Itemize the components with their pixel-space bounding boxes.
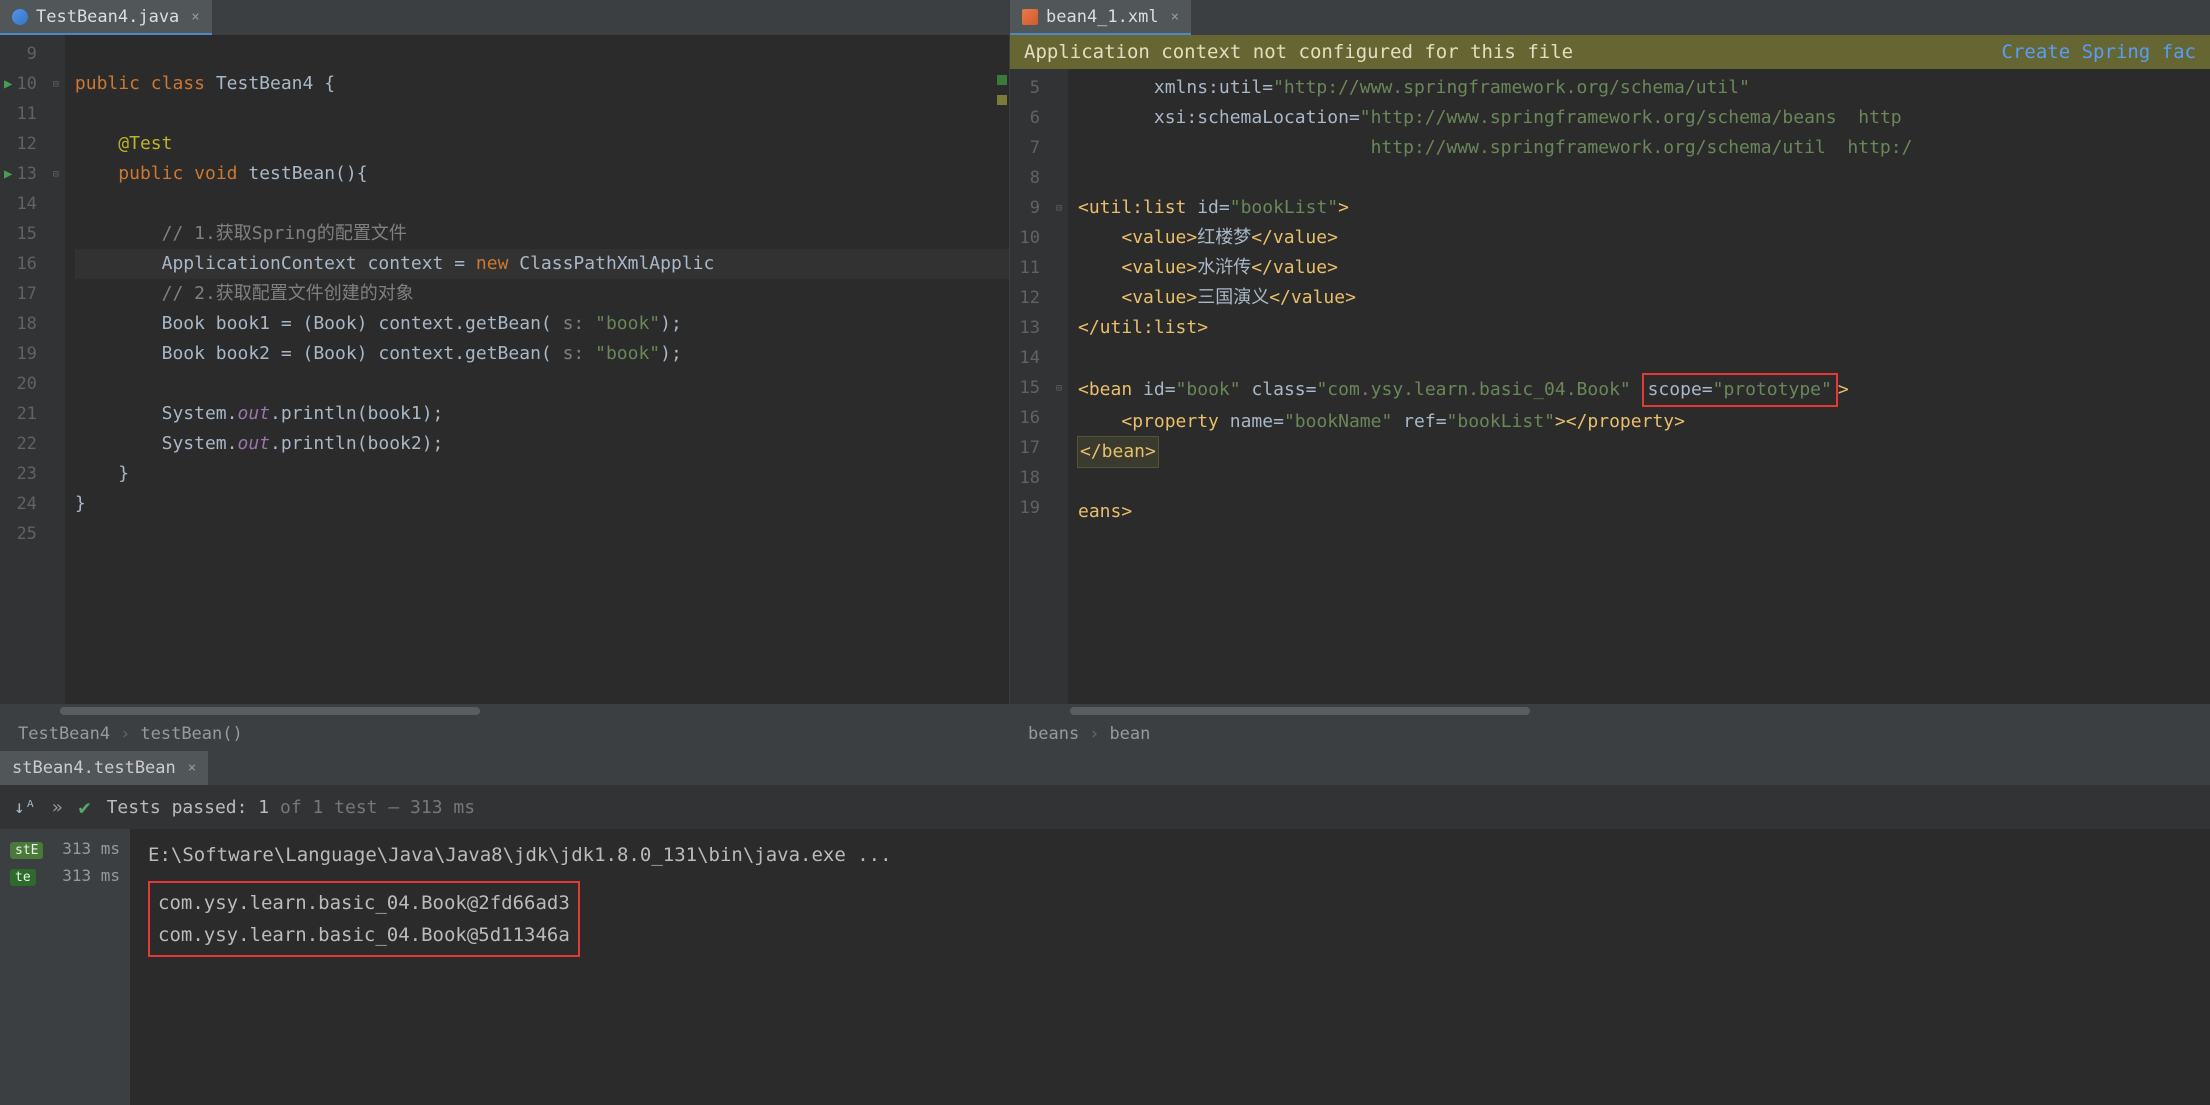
tab-bean4-xml[interactable]: bean4_1.xml ×	[1010, 0, 1191, 35]
right-breadcrumb[interactable]: beans›bean	[1010, 718, 2210, 750]
fold-icon[interactable]: ⊟	[53, 169, 59, 180]
fold-icon[interactable]: ⊟	[53, 79, 59, 90]
check-icon: ✔	[79, 795, 91, 819]
left-tab-bar: TestBean4.java ×	[0, 0, 1009, 35]
test-tree-row[interactable]: stE313 ms	[0, 835, 130, 862]
right-gutter: 5 6 7 8 9 10 11 12 13 14 15 16 17 18 19	[1010, 69, 1050, 704]
marker-warn	[997, 95, 1007, 105]
fold-column: ⊟ ⊟	[1050, 69, 1068, 704]
h-scrollbar[interactable]	[0, 704, 1009, 718]
close-icon[interactable]: ×	[188, 760, 196, 776]
left-code[interactable]: public class TestBean4 { @Test public vo…	[65, 35, 1009, 704]
sort-icon[interactable]: ↓ᴬ	[14, 797, 36, 818]
spring-config-banner: Application context not configured for t…	[1010, 35, 2210, 69]
test-tree[interactable]: stE313 ms te313 ms	[0, 829, 130, 1105]
test-tree-row[interactable]: te313 ms	[0, 862, 130, 889]
expand-icon[interactable]: »	[52, 797, 63, 818]
fold-icon[interactable]: ⊟	[1056, 203, 1062, 214]
tab-label: bean4_1.xml	[1046, 7, 1159, 27]
fold-column: ⊟ ⊟	[47, 35, 65, 704]
right-code[interactable]: xmlns:util="http://www.springframework.o…	[1068, 69, 2210, 704]
output-highlight: com.ysy.learn.basic_04.Book@2fd66ad3 com…	[148, 881, 580, 957]
console-output[interactable]: E:\Software\Language\Java\Java8\jdk\jdk1…	[130, 829, 2210, 1105]
marker-ok	[997, 75, 1007, 85]
close-icon[interactable]: ×	[191, 9, 199, 25]
run-class-icon[interactable]: ▶	[4, 69, 12, 99]
h-scrollbar[interactable]	[1010, 704, 2210, 718]
run-tab-bar: stBean4.testBean×	[0, 751, 2210, 785]
xml-file-icon	[1022, 9, 1038, 25]
left-breadcrumb[interactable]: TestBean4›testBean()	[0, 718, 1009, 750]
test-toolbar: ↓ᴬ » ✔ Tests passed: 1 of 1 test – 313 m…	[0, 785, 2210, 829]
close-icon[interactable]: ×	[1171, 9, 1179, 25]
tab-label: TestBean4.java	[36, 7, 179, 27]
run-tab-testbean[interactable]: stBean4.testBean×	[0, 751, 208, 785]
scope-highlight: scope="prototype"	[1642, 373, 1838, 407]
run-test-icon[interactable]: ▶	[4, 159, 12, 189]
fold-icon[interactable]: ⊟	[1056, 383, 1062, 394]
create-spring-facet-link[interactable]: Create Spring fac	[2002, 41, 2196, 63]
right-tab-bar: bean4_1.xml ×	[1010, 0, 2210, 35]
left-gutter: 9 ▶10 11 12 ▶13 14 15 16 17 18 19 20 21 …	[0, 35, 47, 704]
tab-testbean4[interactable]: TestBean4.java ×	[0, 0, 212, 35]
java-file-icon	[12, 9, 28, 25]
